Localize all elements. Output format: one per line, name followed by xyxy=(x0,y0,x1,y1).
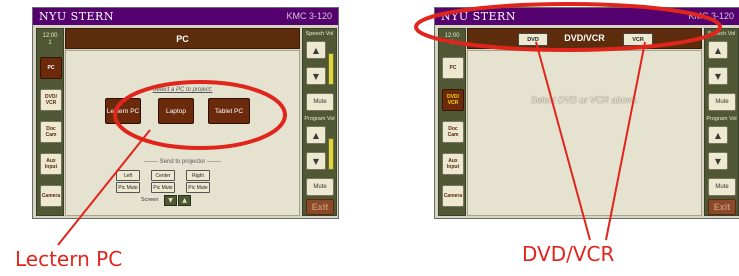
lectern-pc-callout: Lectern PC xyxy=(15,247,123,271)
highlight-ellipse-lectern xyxy=(113,80,287,150)
pointer-line-lectern xyxy=(57,129,151,246)
pointer-line-vcr xyxy=(605,41,646,241)
annotation-overlay xyxy=(57,2,722,246)
highlight-ellipse-dvd-vcr xyxy=(414,2,722,52)
pointer-line-dvd xyxy=(535,41,591,241)
dvd-vcr-callout: DVD/VCR xyxy=(522,242,615,266)
